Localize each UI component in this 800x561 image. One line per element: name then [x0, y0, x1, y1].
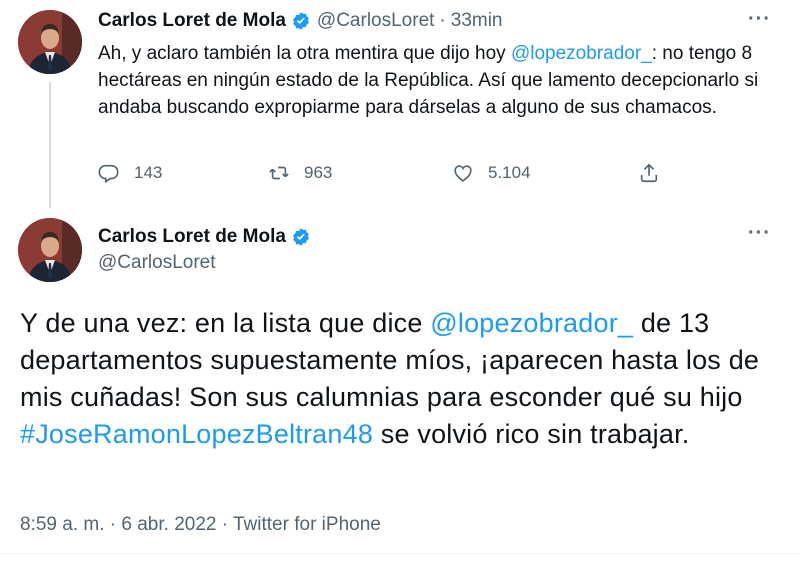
- share-icon: [640, 163, 658, 183]
- avatar-photo: [18, 10, 82, 74]
- tweet-metadata[interactable]: 8:59 a. m. · 6 abr. 2022 · Twitter for i…: [20, 514, 381, 536]
- mention-link[interactable]: @lopezobrador_: [511, 43, 652, 64]
- reply-button[interactable]: 143: [98, 162, 162, 184]
- tweet-text-part: Y de una vez: en la lista que dice: [20, 308, 431, 338]
- tweet-timestamp[interactable]: 33min: [451, 10, 503, 32]
- tweet-text: Y de una vez: en la lista que dice @lope…: [20, 305, 790, 453]
- main-author-row: Carlos Loret de Mola: [98, 226, 311, 248]
- like-count: 5.104: [488, 163, 531, 182]
- tweet-text-part: Ah, y aclaro también la otra mentira que…: [98, 43, 511, 64]
- tweet-actions: 143 963 5.104: [98, 162, 678, 188]
- reply-count: 143: [134, 163, 163, 182]
- avatar-photo: [18, 218, 82, 282]
- hashtag-link[interactable]: #JoseRamonLopezBeltran48: [20, 419, 373, 449]
- verified-badge-icon: [293, 228, 309, 246]
- author-display-name[interactable]: Carlos Loret de Mola: [98, 10, 286, 32]
- retweet-button[interactable]: 963: [268, 162, 332, 184]
- like-button[interactable]: 5.104: [452, 162, 531, 184]
- thread-connector-line: [49, 82, 51, 208]
- heart-icon: [454, 165, 472, 182]
- share-button[interactable]: [638, 162, 674, 184]
- avatar[interactable]: [18, 10, 82, 74]
- divider: [0, 553, 800, 554]
- retweet-count: 963: [304, 163, 333, 182]
- mention-link[interactable]: @lopezobrador_: [430, 308, 633, 338]
- reply-author-row: Carlos Loret de Mola @CarlosLoret · 33mi…: [98, 10, 503, 32]
- more-options-icon[interactable]: ···: [748, 222, 771, 245]
- tweet-text-part: se volvió rico sin trabajar.: [373, 419, 690, 449]
- retweet-icon: [269, 166, 289, 180]
- avatar[interactable]: [18, 218, 82, 282]
- reply-icon: [98, 164, 119, 184]
- separator-dot: ·: [439, 10, 446, 31]
- author-handle[interactable]: @CarlosLoret: [98, 252, 216, 274]
- verified-badge-icon: [293, 12, 309, 30]
- author-display-name[interactable]: Carlos Loret de Mola: [98, 226, 286, 248]
- author-handle[interactable]: @CarlosLoret: [317, 10, 435, 32]
- more-options-icon[interactable]: ···: [748, 8, 771, 31]
- tweet-text: Ah, y aclaro también la otra mentira que…: [98, 40, 778, 121]
